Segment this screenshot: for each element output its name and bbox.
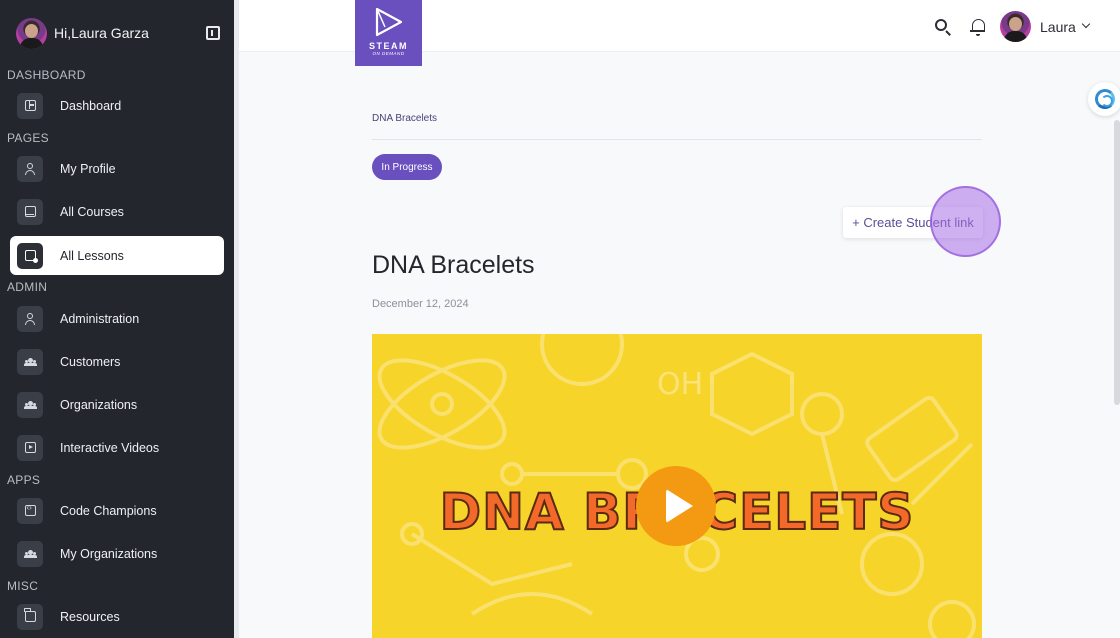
sidebar-item-resources[interactable]: Resources	[10, 597, 224, 636]
lessons-icon	[17, 242, 43, 269]
person-icon	[17, 305, 43, 332]
section-pages: PAGES	[7, 131, 49, 145]
sidebar-item-label: Interactive Videos	[60, 440, 160, 455]
sidebar-item-label: All Courses	[60, 204, 124, 219]
divider	[372, 139, 982, 140]
page-title: DNA Bracelets	[372, 251, 535, 279]
page-scrollbar[interactable]	[1114, 120, 1120, 405]
avatar[interactable]	[16, 17, 47, 49]
logo-text: STEAM	[369, 41, 408, 51]
group-icon	[17, 540, 43, 567]
extension-swirl-icon[interactable]	[1088, 82, 1120, 116]
section-admin: ADMIN	[7, 280, 48, 294]
header-avatar[interactable]	[1000, 11, 1031, 42]
sidebar-divider	[234, 0, 239, 638]
sidebar-item-label: My Profile	[60, 161, 116, 176]
section-apps: APPS	[7, 473, 41, 487]
sidebar-item-label: Resources	[60, 609, 120, 624]
video-icon	[17, 434, 43, 461]
dashboard-icon	[17, 92, 43, 119]
sidebar-item-organizations[interactable]: Organizations	[10, 385, 224, 424]
sidebar-item-all-courses[interactable]: All Courses	[10, 192, 224, 231]
section-misc: MISC	[7, 579, 39, 593]
pattern-oh-text: OH	[657, 367, 703, 402]
sidebar-item-all-lessons[interactable]: All Lessons	[10, 236, 224, 275]
sidebar-item-administration[interactable]: Administration	[10, 299, 224, 338]
sidebar-item-dashboard[interactable]: Dashboard	[10, 86, 224, 125]
sidebar-item-code-champions[interactable]: Code Champions	[10, 491, 224, 530]
sidebar: Hi,Laura Garza DASHBOARD Dashboard PAGES…	[0, 0, 234, 638]
sidebar-item-customers[interactable]: Customers	[10, 342, 224, 381]
sidebar-item-my-organizations[interactable]: My Organizations	[10, 534, 224, 573]
sidebar-item-label: Administration	[60, 311, 140, 326]
sidebar-item-label: Dashboard	[60, 98, 122, 113]
lesson-date: December 12, 2024	[372, 298, 469, 310]
group-icon	[17, 391, 43, 418]
logo-play-icon	[375, 7, 403, 37]
logo-subtext: ON DEMAND	[372, 51, 405, 56]
bell-icon[interactable]	[970, 19, 985, 36]
person-icon	[17, 155, 43, 182]
sidebar-item-label: All Lessons	[60, 248, 124, 263]
code-icon	[17, 497, 43, 524]
status-badge: In Progress	[372, 154, 442, 180]
play-button[interactable]	[636, 466, 716, 546]
book-icon	[17, 198, 43, 225]
folder-icon	[17, 603, 43, 630]
create-student-link-button[interactable]: + Create Student link	[843, 207, 983, 238]
search-icon[interactable]	[935, 19, 947, 31]
sidebar-item-label: Customers	[60, 354, 121, 369]
collapse-sidebar-icon[interactable]	[206, 26, 220, 40]
sidebar-user: Hi,Laura Garza	[16, 17, 220, 49]
user-greeting: Hi,Laura Garza	[54, 25, 149, 41]
breadcrumb[interactable]: DNA Bracelets	[372, 113, 437, 124]
sidebar-item-label: Code Champions	[60, 503, 157, 518]
header-user-name[interactable]: Laura	[1040, 19, 1076, 35]
sidebar-item-label: Organizations	[60, 397, 138, 412]
steam-logo[interactable]: STEAM ON DEMAND	[355, 0, 422, 66]
sidebar-item-label: My Organizations	[60, 546, 158, 561]
section-dashboard: DASHBOARD	[7, 68, 86, 82]
sidebar-item-my-profile[interactable]: My Profile	[10, 149, 224, 188]
sidebar-item-interactive-videos[interactable]: Interactive Videos	[10, 428, 224, 467]
group-icon	[17, 348, 43, 375]
